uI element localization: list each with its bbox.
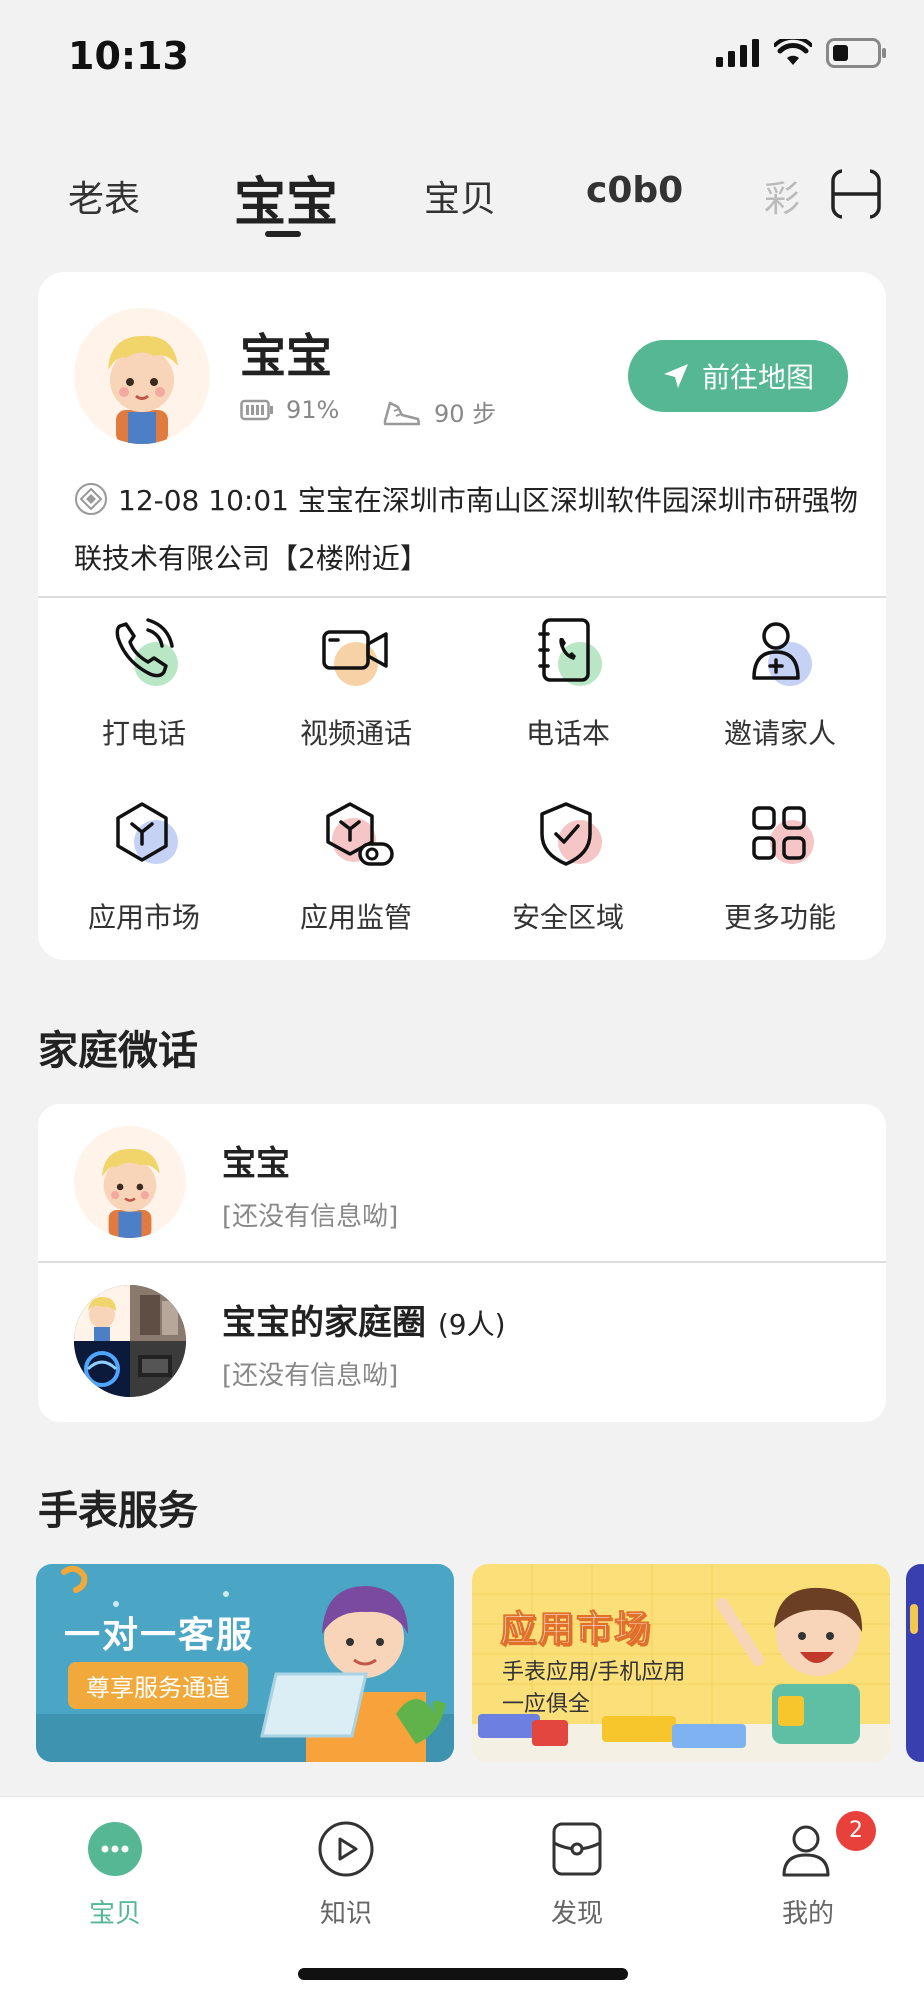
nav-baby[interactable]: 宝贝: [25, 1811, 205, 1931]
child-avatar-icon: [74, 308, 210, 444]
shoe-icon: [383, 401, 421, 425]
app-market-icon: [116, 802, 178, 864]
family-chat-list: 宝宝 [还没有信息呦] 宝宝的家庭圈 (9人) [还没有信息呦]: [38, 1104, 886, 1422]
function-label: 更多功能: [723, 901, 836, 934]
watch-avatar[interactable]: [74, 308, 210, 444]
phone-icon: [115, 618, 178, 686]
function-video-call[interactable]: 视频通话: [250, 612, 462, 772]
function-label: 邀请家人: [723, 717, 836, 750]
battery-level-icon: [240, 399, 273, 421]
battery-percent: 91%: [286, 396, 340, 424]
chat-name-text: 宝宝: [222, 1144, 290, 1184]
function-safe-zone[interactable]: 安全区域: [462, 796, 674, 956]
tab-watch-1[interactable]: 老表: [68, 170, 140, 222]
watch-services-title: 手表服务: [38, 1488, 198, 1534]
banner-title: 一对一客服: [64, 1615, 255, 1656]
steps-value: 90 步: [434, 400, 497, 428]
function-call[interactable]: 打电话: [38, 612, 250, 772]
notification-badge: 2: [836, 1811, 876, 1851]
tab-watch-4[interactable]: c0b0: [586, 170, 683, 211]
tab-watch-2[interactable]: 宝宝: [234, 160, 338, 235]
nav-mine[interactable]: 2 我的: [718, 1811, 898, 1931]
member-count: (9人): [437, 1308, 506, 1341]
nav-label: 知识: [319, 1899, 372, 1929]
chat-last-message: [还没有信息呦]: [222, 1202, 399, 1232]
nav-knowledge[interactable]: 知识: [256, 1811, 436, 1931]
wifi-icon: [774, 39, 812, 65]
function-app-supervision[interactable]: 应用监管: [250, 796, 462, 956]
function-label: 电话本: [525, 717, 610, 750]
step-count: 90 步: [382, 394, 496, 429]
card-divider: [38, 596, 886, 598]
nav-label: 我的: [781, 1899, 834, 1929]
tab-menu-icon[interactable]: [830, 168, 882, 220]
function-invite-family[interactable]: 邀请家人: [674, 612, 886, 772]
watch-card: 宝宝 91% 90 步 前往地图 12-08 10:01 宝宝在深圳市南山区深圳…: [38, 272, 886, 960]
active-tab-indicator: [265, 231, 301, 237]
nav-label: 发现: [550, 1899, 603, 1929]
phonebook-icon: [538, 618, 602, 686]
function-more[interactable]: 更多功能: [674, 796, 886, 956]
tab-watch-3[interactable]: 宝贝: [424, 170, 496, 222]
video-camera-icon: [322, 630, 388, 686]
function-app-market[interactable]: 应用市场: [38, 796, 250, 956]
group-collage-icon: [74, 1285, 186, 1397]
home-indicator: [298, 1968, 628, 1980]
customer-service-banner[interactable]: 一对一客服 尊享服务通道: [36, 1564, 454, 1762]
go-to-map-label: 前往地图: [701, 361, 814, 394]
profile-icon: [782, 1825, 830, 1877]
function-label: 应用监管: [299, 901, 412, 934]
chat-name: 宝宝: [222, 1136, 290, 1185]
navigation-arrow-icon: [663, 364, 688, 388]
status-icons: [716, 38, 888, 68]
location-pin-icon: [75, 483, 107, 515]
cellular-signal-icon: [716, 39, 759, 67]
location-text: 12-08 10:01 宝宝在深圳市南山区深圳软件园深圳市研强物联技术有限公司【…: [74, 484, 858, 575]
app-market-banner[interactable]: 应用市场 手表应用/手机应用 一应俱全: [472, 1564, 890, 1762]
status-time: 10:13: [68, 34, 189, 78]
function-phonebook[interactable]: 电话本: [462, 612, 674, 772]
status-bar: 10:13: [0, 0, 924, 110]
function-label: 视频通话: [299, 717, 412, 750]
chat-bubble-icon: [88, 1822, 142, 1876]
invite-family-icon: [752, 622, 812, 686]
function-label: 打电话: [101, 717, 186, 750]
banner-subtitle: 尊享服务通道: [68, 1662, 248, 1709]
nav-label: 宝贝: [88, 1899, 141, 1929]
location-info[interactable]: 12-08 10:01 宝宝在深圳市南山区深圳软件园深圳市研强物联技术有限公司【…: [74, 472, 864, 588]
chat-name: 宝宝的家庭圈 (9人): [222, 1295, 506, 1344]
tab-watch-5-clipped[interactable]: 彩: [760, 160, 820, 240]
discover-icon: [552, 1822, 602, 1876]
banner-subtitle-2: 一应俱全: [502, 1692, 591, 1717]
play-circle-icon: [318, 1821, 374, 1877]
third-banner-accent: [910, 1604, 918, 1634]
chat-item[interactable]: 宝宝 [还没有信息呦]: [38, 1104, 886, 1263]
chat-avatar: [74, 1126, 186, 1238]
function-label: 安全区域: [511, 901, 624, 934]
app-supervision-icon: [326, 802, 394, 866]
watch-name: 宝宝: [240, 329, 332, 383]
group-avatar: [74, 1285, 186, 1397]
chat-last-message: [还没有信息呦]: [222, 1361, 399, 1391]
function-label: 应用市场: [87, 901, 200, 934]
child-avatar-icon: [74, 1126, 186, 1238]
banner-title: 应用市场: [499, 1609, 653, 1651]
battery-icon: [826, 38, 886, 68]
grid-icon: [752, 806, 814, 864]
battery-status: 91%: [240, 396, 339, 424]
nav-discover[interactable]: 发现: [487, 1811, 667, 1931]
shield-icon: [540, 802, 602, 866]
tab-watch-5-label: 彩: [764, 179, 801, 220]
third-banner-partial[interactable]: [906, 1564, 924, 1762]
go-to-map-button[interactable]: 前往地图: [628, 340, 848, 412]
chat-name-text: 宝宝的家庭圈: [222, 1303, 426, 1343]
family-chat-title: 家庭微话: [38, 1028, 198, 1074]
watch-tabs: 老表 宝宝 宝贝 c0b0 彩: [0, 160, 924, 240]
chat-item[interactable]: 宝宝的家庭圈 (9人) [还没有信息呦]: [38, 1263, 886, 1421]
banner-subtitle: 手表应用/手机应用: [502, 1660, 686, 1685]
